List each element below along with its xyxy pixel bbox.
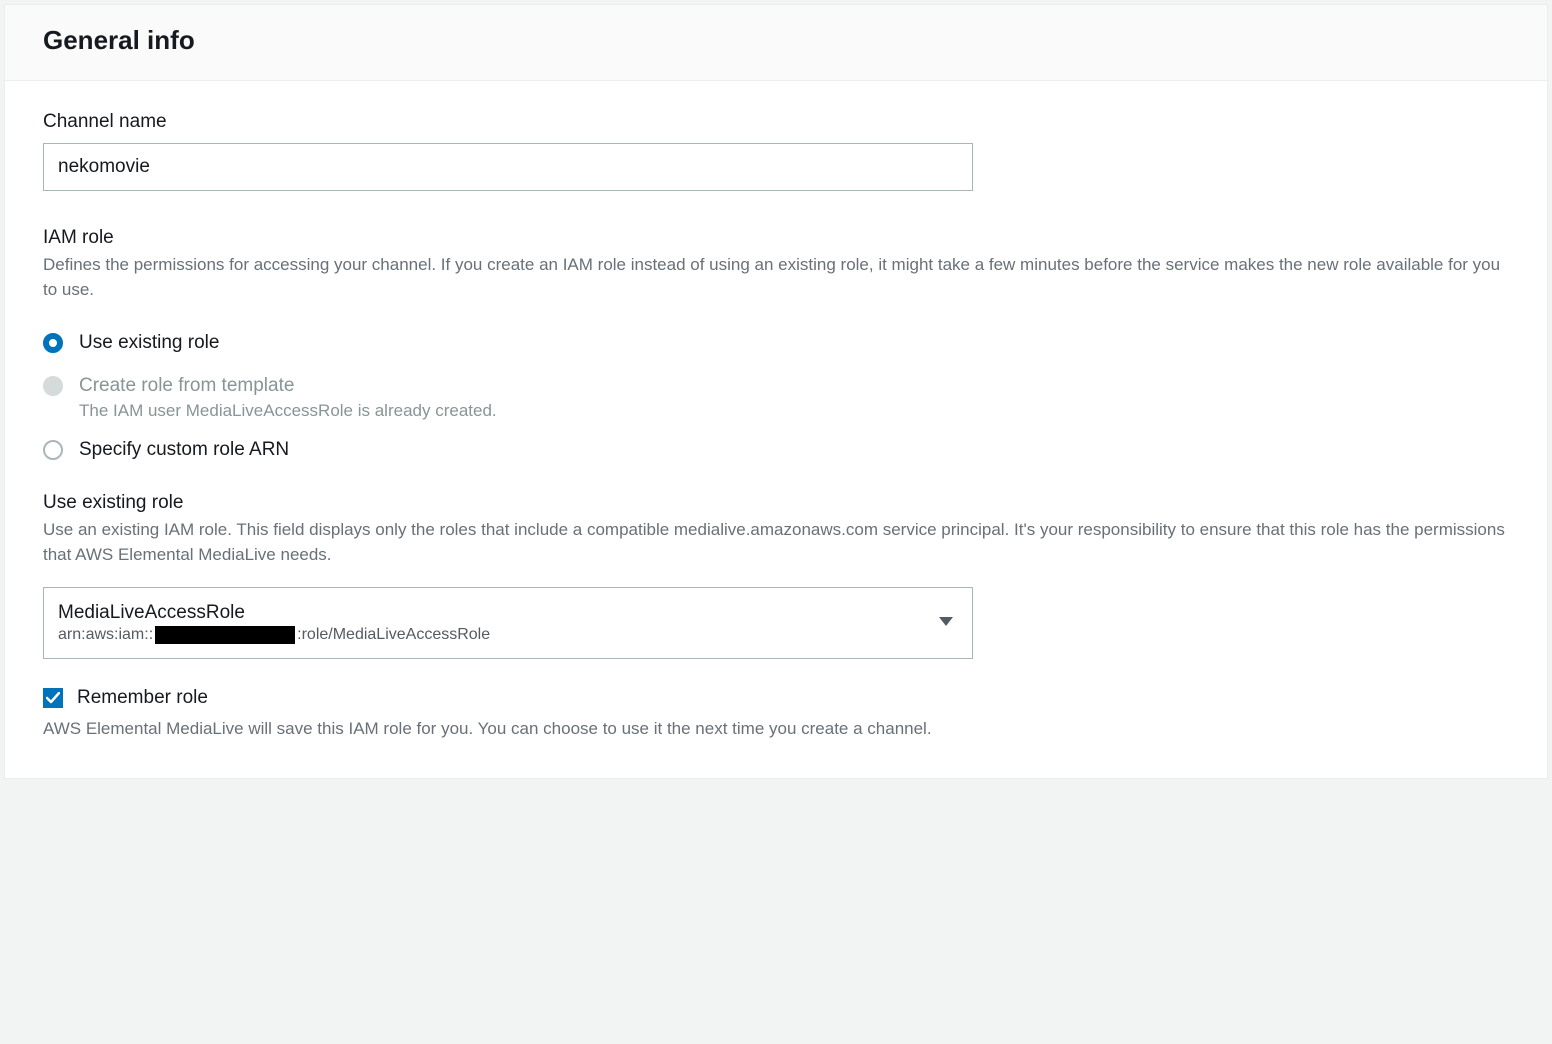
radio-existing-label: Use existing role: [79, 330, 1509, 357]
redacted-account-id: [155, 626, 295, 644]
iam-role-description: Defines the permissions for accessing yo…: [43, 253, 1509, 302]
radio-button-icon[interactable]: [43, 440, 63, 460]
panel-title: General info: [43, 25, 1509, 56]
existing-role-label: Use existing role: [43, 492, 1509, 514]
remember-role-checkbox[interactable]: [43, 688, 63, 708]
channel-name-input[interactable]: [43, 143, 973, 191]
radio-create-template: Create role from template The IAM user M…: [43, 365, 1509, 430]
radio-template-sub: The IAM user MediaLiveAccessRole is alre…: [79, 401, 1509, 421]
radio-custom-arn[interactable]: Specify custom role ARN: [43, 429, 1509, 472]
radio-custom-label: Specify custom role ARN: [79, 437, 1509, 464]
role-select[interactable]: MediaLiveAccessRole arn:aws:iam:::role/M…: [43, 587, 973, 659]
remember-role-checkbox-row[interactable]: Remember role: [43, 687, 1509, 709]
iam-role-radio-group: Use existing role Create role from templ…: [43, 322, 1509, 472]
remember-role-label: Remember role: [77, 687, 208, 709]
radio-use-existing[interactable]: Use existing role: [43, 322, 1509, 365]
existing-role-description: Use an existing IAM role. This field dis…: [43, 518, 1509, 567]
role-select-primary: MediaLiveAccessRole: [58, 602, 924, 624]
panel-body: Channel name IAM role Defines the permis…: [5, 81, 1547, 778]
iam-role-section: IAM role Defines the permissions for acc…: [43, 227, 1509, 742]
role-select-box[interactable]: MediaLiveAccessRole arn:aws:iam:::role/M…: [43, 587, 973, 659]
check-icon: [46, 692, 60, 704]
role-select-secondary: arn:aws:iam:::role/MediaLiveAccessRole: [58, 626, 924, 644]
remember-role-helper: AWS Elemental MediaLive will save this I…: [43, 717, 1509, 742]
radio-button-icon: [43, 376, 63, 396]
radio-template-label: Create role from template: [79, 373, 1509, 400]
panel-header: General info: [5, 5, 1547, 81]
caret-down-icon: [939, 614, 953, 632]
iam-role-label: IAM role: [43, 227, 1509, 249]
channel-name-label: Channel name: [43, 111, 1509, 133]
radio-button-icon[interactable]: [43, 333, 63, 353]
channel-name-field: Channel name: [43, 111, 1509, 191]
general-info-panel: General info Channel name IAM role Defin…: [4, 4, 1548, 779]
